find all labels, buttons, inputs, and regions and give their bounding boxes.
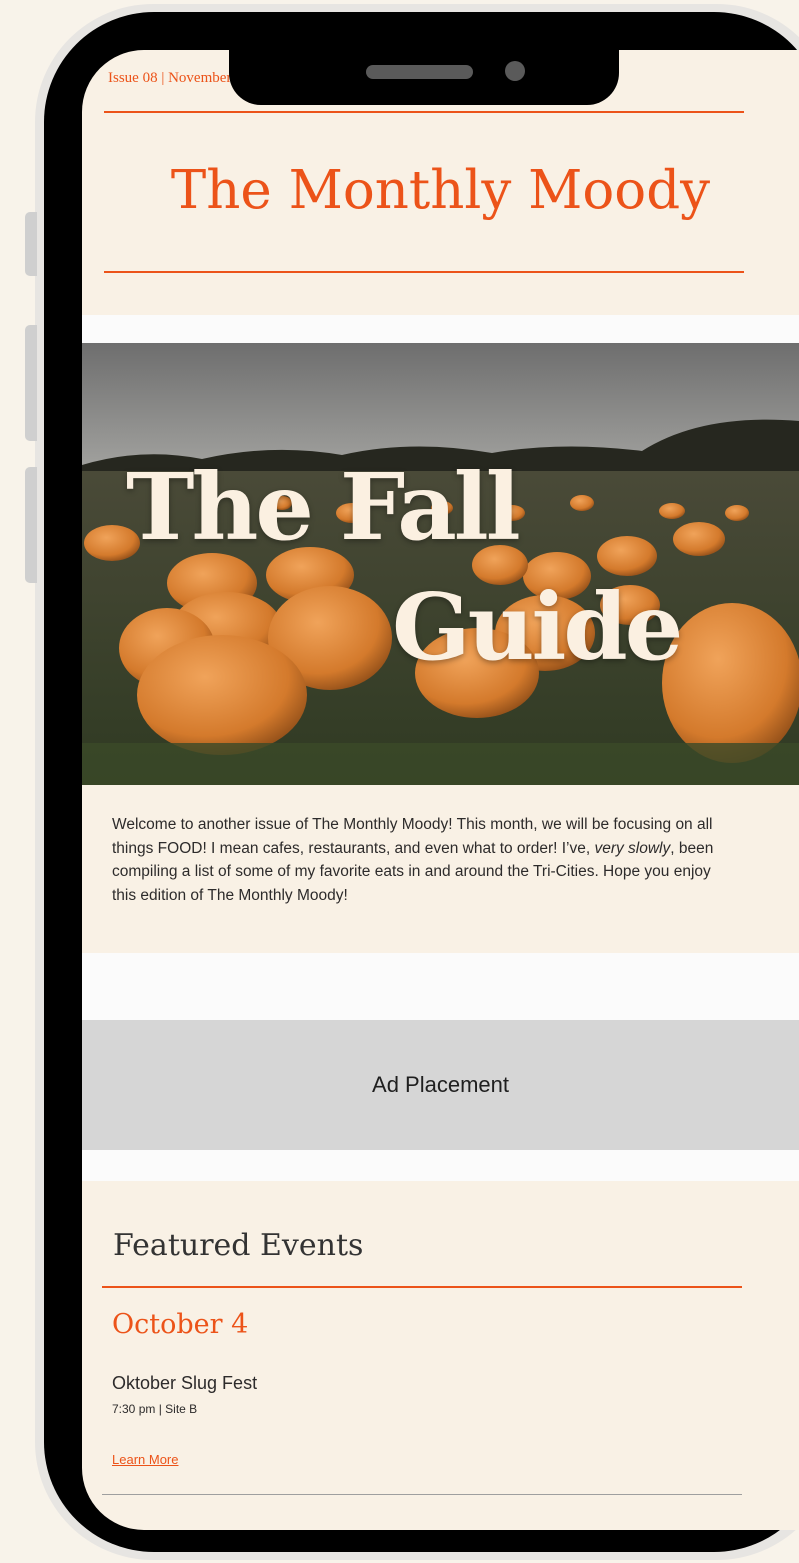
spacer-band-2 — [82, 953, 799, 1020]
featured-events-heading: Featured Events — [113, 1228, 364, 1263]
issue-label: Issue 08 | November — [108, 70, 232, 86]
email-screen: Issue 08 | November The Monthly Moody Th… — [82, 50, 799, 1530]
learn-more-link[interactable]: Learn More — [112, 1452, 178, 1467]
event-date: October 4 — [112, 1309, 249, 1340]
spacer-band-3 — [82, 1150, 799, 1181]
header-rule-top — [104, 111, 744, 113]
event-meta: 7:30 pm | Site B — [112, 1402, 198, 1416]
silent-switch — [25, 212, 37, 276]
hero-title-line2: Guide — [392, 573, 683, 681]
spacer-band — [82, 315, 799, 343]
intro-paragraph: Welcome to another issue of The Monthly … — [112, 813, 732, 907]
hero-banner[interactable]: The Fall Guide — [82, 343, 799, 785]
pumpkin-field-photo — [82, 343, 799, 785]
header-rule-bottom — [104, 271, 744, 273]
ad-label: Ad Placement — [372, 1072, 509, 1097]
camera-icon — [505, 61, 525, 81]
volume-up-button — [25, 325, 37, 441]
phone-notch — [229, 50, 619, 105]
ad-placement[interactable]: Ad Placement — [82, 1020, 799, 1150]
hero-title-line1: The Fall — [126, 453, 521, 561]
featured-rule — [102, 1286, 742, 1288]
newsletter-title: The Monthly Moody — [170, 160, 711, 221]
intro-emphasis: very slowly — [594, 839, 671, 857]
volume-down-button — [25, 467, 37, 583]
event-name: Oktober Slug Fest — [112, 1373, 258, 1393]
speaker-grille — [366, 65, 473, 79]
event-divider — [102, 1494, 742, 1495]
